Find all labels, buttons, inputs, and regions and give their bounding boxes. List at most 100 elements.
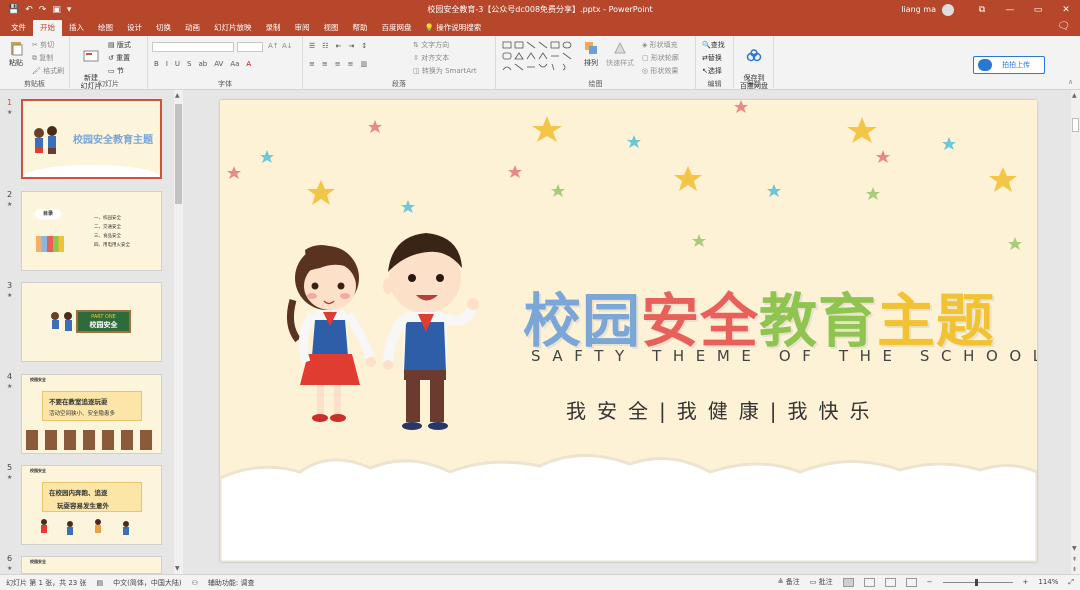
ribbon-display-options-icon[interactable]: ⧉ (968, 5, 996, 15)
layout-button[interactable]: ▤ 版式 (108, 40, 131, 50)
replace-button[interactable]: ⇄替换 (702, 53, 722, 63)
current-slide[interactable]: 校园安全教育主题 SAFTY THEME OF THE SCHOOL 我安全|我… (220, 100, 1037, 562)
comments-icon[interactable]: 🗨 (1057, 21, 1070, 32)
format-painter-button[interactable]: 🖌 格式刷 (32, 66, 64, 76)
collapse-ribbon-icon[interactable]: ∧ (1068, 78, 1073, 86)
minimize-button[interactable]: — (996, 5, 1024, 15)
shape-effects-button[interactable]: ◎ 形状效果 (642, 66, 678, 76)
select-button[interactable]: ↖选择 (702, 66, 722, 76)
scroll-down-icon[interactable]: ▼ (1072, 545, 1077, 552)
scroll-up-icon[interactable]: ▲ (1072, 92, 1077, 99)
previous-slide-icon[interactable]: ⇞ (1072, 556, 1077, 563)
tab-animations[interactable]: 动画 (178, 20, 207, 36)
zoom-slider[interactable] (942, 578, 1013, 586)
user-avatar[interactable] (942, 3, 954, 16)
zoom-in-icon[interactable]: + (1023, 578, 1029, 586)
cut-button[interactable]: ✂ 剪切 (32, 40, 54, 50)
tell-me-search[interactable]: 💡 操作说明搜索 (419, 20, 482, 36)
reading-view-button[interactable] (884, 577, 896, 587)
font-name-dropdown[interactable] (152, 42, 234, 52)
zoom-out-icon[interactable]: − (927, 578, 933, 586)
grow-font-icon[interactable]: A↑ (268, 42, 279, 50)
slide-thumbnail-3[interactable]: PART ONE 校园安全 (21, 282, 162, 362)
maximize-button[interactable]: ▭ (1024, 5, 1052, 15)
thumbnail-scrollbar[interactable]: ▲ ▼ (174, 90, 183, 574)
font-size-dropdown[interactable] (237, 42, 263, 52)
undo-icon[interactable]: ↶ (25, 5, 33, 15)
copy-button[interactable]: ⧉ 复制 (32, 53, 53, 63)
notes-button[interactable]: ≜ 备注 (778, 577, 800, 587)
shapes-gallery[interactable] (501, 40, 573, 74)
spacing-button[interactable]: AV (214, 60, 223, 68)
change-case-button[interactable]: Aa (230, 60, 239, 68)
slide-tagline[interactable]: 我安全|我健康|我快乐 (566, 395, 880, 424)
upload-button[interactable]: 拍拍上传 (973, 56, 1045, 74)
slide-thumbnail-4[interactable]: 校园安全 不要在教室追逐玩耍 活动空间狭小、安全隐患多 (21, 374, 162, 454)
arrange-button[interactable]: 排列 (580, 40, 602, 68)
increase-indent-icon[interactable]: ⇥ (348, 42, 354, 50)
spellcheck-icon[interactable]: ▤ (97, 579, 104, 587)
tab-baidu-netdisk[interactable]: 百度网盘 (375, 20, 419, 36)
numbering-icon[interactable]: ☷ (322, 42, 328, 50)
slide-thumbnail-5[interactable]: 校园安全 在校园内奔跑、追逐 玩耍容易发生意外 (21, 465, 162, 545)
strikethrough-button[interactable]: S (187, 60, 191, 68)
italic-button[interactable]: I (166, 60, 168, 68)
slide-sorter-view-button[interactable] (863, 577, 875, 587)
reset-button[interactable]: ↺ 重置 (108, 53, 130, 63)
slide-title[interactable]: 校园安全教育主题 (523, 274, 995, 358)
decrease-indent-icon[interactable]: ⇤ (336, 42, 342, 50)
normal-view-button[interactable] (842, 577, 854, 587)
underline-button[interactable]: U (175, 60, 180, 68)
bullets-icon[interactable]: ☰ (309, 42, 315, 50)
shadow-button[interactable]: ab (198, 60, 207, 68)
shrink-font-icon[interactable]: A↓ (282, 42, 293, 50)
align-text-button[interactable]: ⇳ 对齐文本 (413, 53, 449, 63)
align-right-icon[interactable]: ≡ (335, 60, 341, 68)
text-direction-button[interactable]: ⇅ 文字方向 (413, 40, 449, 50)
columns-icon[interactable]: ▥ (361, 60, 368, 68)
tab-slideshow[interactable]: 幻灯片放映 (207, 20, 259, 36)
next-slide-icon[interactable]: ⇟ (1072, 566, 1077, 573)
editor-scrollbar-thumb[interactable] (1072, 118, 1079, 132)
zoom-slider-knob[interactable] (974, 578, 978, 586)
font-color-button[interactable]: A (246, 60, 251, 68)
tab-review[interactable]: 审阅 (288, 20, 317, 36)
tab-record[interactable]: 录制 (259, 20, 288, 36)
zoom-level[interactable]: 114% (1038, 578, 1058, 586)
find-button[interactable]: 🔍查找 (702, 40, 725, 50)
bold-button[interactable]: B (154, 60, 159, 68)
justify-icon[interactable]: ≡ (348, 60, 354, 68)
thumbnail-scrollbar-thumb[interactable] (175, 104, 182, 204)
editor-scrollbar[interactable]: ▲ ▼ ⇞ ⇟ (1071, 90, 1080, 574)
tab-home[interactable]: 开始 (33, 20, 62, 36)
present-icon[interactable]: ▣ (52, 5, 61, 15)
tab-insert[interactable]: 插入 (62, 20, 91, 36)
tab-view[interactable]: 视图 (317, 20, 346, 36)
convert-smartart-button[interactable]: ◫ 转换为 SmartArt (413, 66, 477, 76)
quick-styles-button[interactable]: 快速样式 (604, 40, 636, 68)
slide-thumbnail-2[interactable]: 目录 一、校园安全 二、交通安全 三、食品安全 四、用电用火安全 (21, 191, 162, 271)
redo-icon[interactable]: ↷ (39, 5, 47, 15)
shape-outline-button[interactable]: ▢ 形状轮廓 (642, 53, 679, 63)
tab-transitions[interactable]: 切换 (149, 20, 178, 36)
slide-subtitle[interactable]: SAFTY THEME OF THE SCHOOL (531, 347, 1037, 365)
customize-qat-icon[interactable]: ▾ (67, 5, 72, 15)
slide-thumbnail-1[interactable]: 校园安全教育主题 (21, 99, 162, 179)
line-spacing-icon[interactable]: ↕ (361, 42, 367, 50)
align-left-icon[interactable]: ≡ (309, 60, 315, 68)
slide-thumbnail-6[interactable]: 校园安全 (21, 556, 162, 574)
comments-button[interactable]: ▭ 批注 (810, 577, 833, 587)
close-button[interactable]: ✕ (1052, 5, 1080, 15)
paste-button[interactable]: 粘贴 (5, 40, 27, 68)
section-button[interactable]: ▭ 节 (108, 66, 124, 76)
tab-file[interactable]: 文件 (4, 20, 33, 36)
scroll-down-icon[interactable]: ▼ (175, 565, 180, 572)
slideshow-view-button[interactable] (905, 577, 917, 587)
scroll-up-icon[interactable]: ▲ (175, 92, 180, 99)
tab-design[interactable]: 设计 (120, 20, 149, 36)
tab-draw[interactable]: 绘图 (91, 20, 120, 36)
fit-to-window-icon[interactable]: ⤢ (1068, 578, 1074, 587)
shape-fill-button[interactable]: ◈ 形状填充 (642, 40, 678, 50)
accessibility-status[interactable]: 辅助功能: 调查 (208, 578, 255, 588)
tab-help[interactable]: 帮助 (346, 20, 375, 36)
